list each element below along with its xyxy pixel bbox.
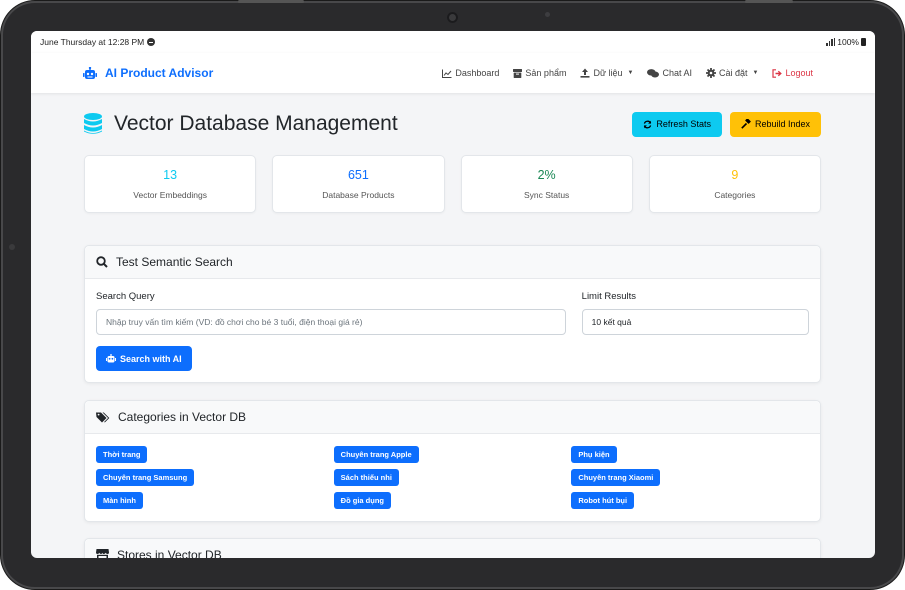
search-query-input[interactable]	[96, 309, 566, 335]
battery-percent: 100%	[837, 37, 859, 47]
tags-icon	[96, 412, 110, 423]
power-button	[745, 0, 793, 3]
store-icon	[96, 549, 109, 558]
category-badge[interactable]: Robot hút bụi	[571, 492, 635, 509]
stats-row: 13 Vector Embeddings 651 Database Produc…	[84, 155, 821, 213]
panel-title: Stores in Vector DB	[117, 548, 222, 558]
nav-data-label: Dữ liệu	[593, 68, 623, 78]
nav-dashboard-label: Dashboard	[455, 68, 500, 78]
database-icon	[84, 113, 102, 135]
stat-card-categories: 9 Categories	[648, 155, 821, 213]
categories-panel: Categories in Vector DB Thời trang Chuyê…	[84, 400, 821, 522]
refresh-stats-button[interactable]: Refresh Stats	[632, 111, 722, 137]
nav-dashboard[interactable]: Dashboard	[442, 68, 499, 78]
rebuild-index-button[interactable]: Rebuild Index	[729, 111, 821, 137]
panel-title: Categories in Vector DB	[118, 410, 247, 424]
box-icon	[513, 68, 523, 78]
status-bar: June Thursday at 12:28 PM 100%	[31, 31, 875, 53]
status-right: 100%	[826, 37, 866, 47]
search-form-row: Search Query Limit Results 10 kết quả	[96, 291, 809, 335]
panel-header: Test Semantic Search	[85, 246, 820, 279]
query-group: Search Query	[96, 291, 566, 335]
category-badge[interactable]: Chuyên trang Xiaomi	[571, 469, 661, 486]
query-label: Search Query	[96, 291, 155, 302]
upload-icon	[580, 68, 590, 78]
nav-links: Dashboard Sản phẩm Dữ liệu ▼ Chat AI Cài…	[442, 68, 813, 78]
search-icon	[96, 256, 108, 268]
stat-label: Vector Embeddings	[133, 190, 207, 200]
main-content: Vector Database Management Refresh Stats…	[31, 93, 875, 558]
chevron-down-icon: ▼	[752, 70, 759, 76]
search-with-ai-button[interactable]: Search with AI	[96, 346, 192, 371]
category-list: Thời trang Chuyên trang Apple Phụ kiện C…	[96, 434, 809, 509]
search-with-ai-label: Search with AI	[120, 353, 182, 364]
stat-label: Database Products	[322, 190, 395, 200]
robot-icon	[106, 354, 116, 363]
refresh-stats-label: Refresh Stats	[656, 119, 711, 129]
panel-header: Stores in Vector DB	[85, 539, 820, 558]
nav-products[interactable]: Sản phẩm	[513, 68, 566, 78]
chart-line-icon	[442, 69, 452, 78]
limit-results-select[interactable]: 10 kết quả	[581, 309, 809, 335]
stat-value: 13	[163, 168, 178, 182]
category-badge[interactable]: Đồ gia dụng	[333, 492, 391, 509]
battery-icon	[861, 38, 866, 46]
header-actions: Refresh Stats Rebuild Index	[632, 111, 821, 137]
stat-label: Categories	[714, 190, 756, 200]
screen: June Thursday at 12:28 PM 100% AI Produc…	[31, 31, 875, 558]
sync-icon	[643, 120, 652, 129]
brand-name: AI Product Advisor	[105, 66, 214, 80]
category-badge[interactable]: Sách thiếu nhi	[333, 469, 399, 486]
page-title-text: Vector Database Management	[114, 112, 398, 135]
nav-settings-dropdown[interactable]: Cài đặt ▼	[705, 68, 759, 78]
category-badge[interactable]: Màn hình	[96, 492, 143, 509]
stat-card-products: 651 Database Products	[272, 155, 445, 213]
status-left: June Thursday at 12:28 PM	[40, 37, 156, 47]
panel-header: Categories in Vector DB	[85, 401, 820, 434]
stat-card-sync: 2% Sync Status	[460, 155, 633, 213]
stat-label: Sync Status	[523, 190, 570, 200]
light-sensor	[545, 12, 550, 17]
chevron-down-icon: ▼	[627, 70, 634, 76]
brand[interactable]: AI Product Advisor	[83, 66, 213, 80]
navbar: AI Product Advisor Dashboard Sản phẩm Dữ…	[31, 53, 875, 93]
nav-logout[interactable]: Logout	[772, 68, 813, 78]
panel-body: Thời trang Chuyên trang Apple Phụ kiện C…	[85, 434, 820, 521]
signal-icon	[826, 38, 836, 46]
cog-icon	[705, 68, 716, 78]
category-badge[interactable]: Phụ kiện	[571, 446, 617, 463]
nav-logout-label: Logout	[785, 68, 813, 78]
page-header: Vector Database Management Refresh Stats…	[84, 93, 821, 155]
limit-results-value: 10 kết quả	[591, 317, 632, 327]
stat-card-embeddings: 13 Vector Embeddings	[84, 155, 257, 213]
volume-button	[238, 0, 304, 3]
page-title: Vector Database Management	[84, 112, 398, 136]
nav-settings-label: Cài đặt	[718, 68, 748, 78]
nav-chat-ai[interactable]: Chat AI	[647, 68, 692, 78]
category-badge[interactable]: Thời trang	[96, 446, 148, 463]
nav-data-dropdown[interactable]: Dữ liệu ▼	[580, 68, 633, 78]
limit-group: Limit Results 10 kết quả	[581, 291, 809, 335]
side-sensor	[9, 244, 15, 250]
category-badge[interactable]: Chuyên trang Apple	[333, 446, 419, 463]
nav-products-label: Sản phẩm	[525, 68, 567, 78]
front-camera	[447, 12, 458, 23]
robot-icon	[83, 66, 97, 80]
panel-body: Search Query Limit Results 10 kết quả S	[85, 279, 820, 383]
panel-title: Test Semantic Search	[116, 255, 233, 269]
status-time: June Thursday at 12:28 PM	[40, 37, 145, 47]
sign-out-icon	[772, 68, 783, 78]
hammer-icon	[741, 119, 751, 129]
semantic-search-panel: Test Semantic Search Search Query Limit …	[84, 245, 821, 383]
stat-value: 651	[347, 168, 369, 182]
stat-value: 9	[731, 168, 739, 182]
category-badge[interactable]: Chuyên trang Samsung	[96, 469, 195, 486]
stat-value: 2%	[537, 168, 556, 182]
comments-icon	[647, 68, 660, 78]
do-not-disturb-icon	[147, 38, 156, 46]
stores-panel: Stores in Vector DB	[84, 538, 821, 558]
rebuild-index-label: Rebuild Index	[754, 119, 810, 129]
limit-label: Limit Results	[581, 291, 637, 302]
nav-chat-label: Chat AI	[662, 68, 692, 78]
